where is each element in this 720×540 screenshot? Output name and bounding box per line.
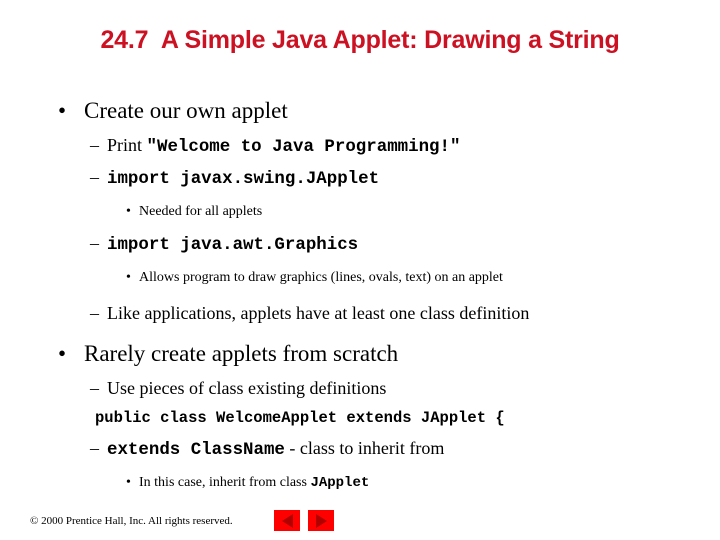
- slide-body: • Create our own applet – Print "Welcome…: [0, 96, 720, 494]
- bullet-text: Needed for all applets: [139, 204, 263, 219]
- bullet-rarely-create-applets: • Rarely create applets from scratch: [0, 339, 720, 369]
- print-code: "Welcome to Java Programming!": [146, 137, 461, 157]
- bullet-import-japplet: – import javax.swing.JApplet: [0, 165, 720, 192]
- bullet-marker-disc: •: [126, 270, 131, 285]
- bullet-use-pieces-of-class: – Use pieces of class existing definitio…: [0, 376, 720, 401]
- print-label: Print: [107, 135, 147, 155]
- inherit-label: In this case, inherit from class: [139, 475, 311, 490]
- bullet-text: Create our own applet: [84, 98, 288, 123]
- extends-description: - class to inherit from: [284, 438, 445, 458]
- bullet-text: In this case, inherit from class JApplet: [139, 472, 369, 494]
- bullet-allows-program-draw-graphics: • Allows program to draw graphics (lines…: [0, 267, 720, 288]
- copyright-notice: © 2000 Prentice Hall, Inc. All rights re…: [30, 515, 233, 527]
- import-code: import java.awt.Graphics: [107, 235, 359, 255]
- extends-code: extends ClassName: [107, 440, 285, 460]
- previous-slide-button[interactable]: [274, 510, 300, 531]
- bullet-marker-dash: –: [90, 438, 99, 458]
- bullet-text: Print "Welcome to Java Programming!": [107, 133, 460, 160]
- bullet-marker-dash: –: [90, 135, 99, 155]
- bullet-needed-for-all-applets: • Needed for all applets: [0, 201, 720, 222]
- bullet-marker-dash: –: [90, 303, 99, 323]
- bullet-like-applications: – Like applications, applets have at lea…: [0, 301, 720, 326]
- bullet-extends-classname: – extends ClassName - class to inherit f…: [0, 436, 720, 463]
- bullet-marker-dash: –: [90, 233, 99, 253]
- bullet-marker-disc: •: [58, 341, 67, 366]
- next-slide-button[interactable]: [308, 510, 334, 531]
- japplet-code: JApplet: [310, 475, 370, 491]
- bullet-marker-disc: •: [126, 204, 131, 219]
- import-code: import javax.swing.JApplet: [107, 169, 380, 189]
- bullet-marker-dash: –: [90, 378, 99, 398]
- slide-title: 24.7 A Simple Java Applet: Drawing a Str…: [100, 26, 620, 54]
- bullet-print-welcome: – Print "Welcome to Java Programming!": [0, 133, 720, 160]
- triangle-left-icon: [281, 513, 293, 528]
- slide-navigation: [274, 510, 334, 531]
- bullet-text: Use pieces of class existing definitions: [107, 378, 387, 398]
- bullet-marker-dash: –: [90, 167, 99, 187]
- bullet-marker-disc: •: [58, 98, 67, 123]
- bullet-create-our-own-applet: • Create our own applet: [0, 96, 720, 126]
- bullet-text: Like applications, applets have at least…: [107, 303, 530, 323]
- code-class-declaration: public class WelcomeApplet extends JAppl…: [95, 409, 505, 427]
- triangle-right-icon: [315, 513, 327, 528]
- bullet-text: Allows program to draw graphics (lines, …: [139, 270, 503, 285]
- bullet-text: extends ClassName - class to inherit fro…: [107, 436, 444, 463]
- bullet-inherit-from-japplet: • In this case, inherit from class JAppl…: [0, 472, 720, 494]
- bullet-text: Rarely create applets from scratch: [84, 341, 399, 366]
- bullet-import-graphics: – import java.awt.Graphics: [0, 231, 720, 258]
- bullet-marker-disc: •: [126, 475, 131, 490]
